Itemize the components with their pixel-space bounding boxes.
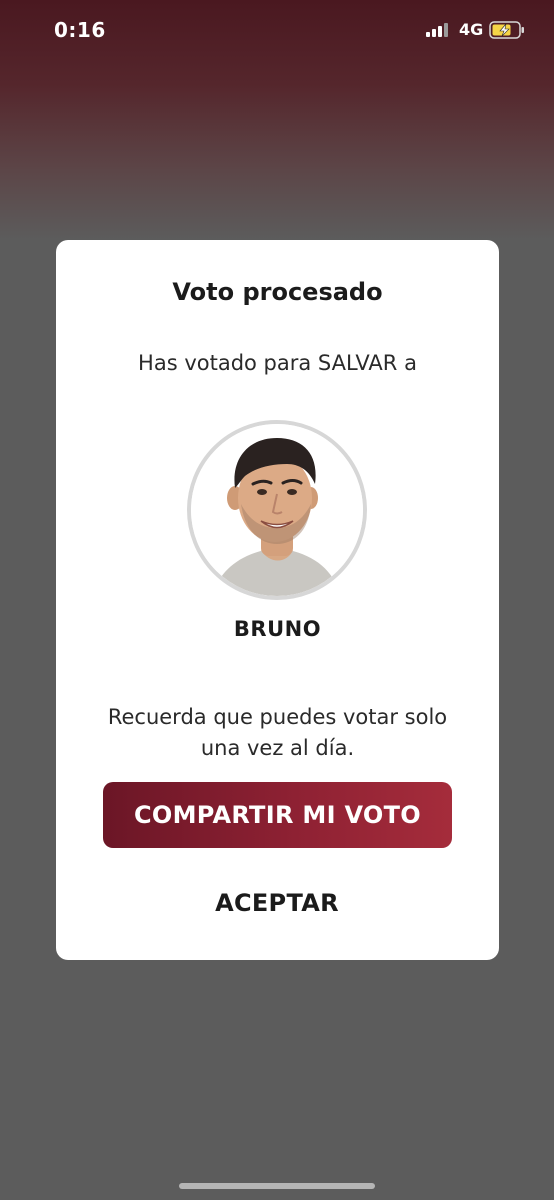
candidate-avatar <box>187 420 367 600</box>
vote-reminder-text: Recuerda que puedes votar solo una vez a… <box>107 705 448 760</box>
candidate-name: BRUNO <box>233 617 322 641</box>
signal-bars-icon <box>426 22 452 41</box>
candidate-photo <box>191 424 363 596</box>
status-time: 0:16 <box>54 18 106 42</box>
vote-confirmation-dialog: Voto procesado Has votado para SALVAR a <box>56 240 499 960</box>
accept-button[interactable]: ACEPTAR <box>177 880 377 926</box>
dialog-title: Voto procesado <box>172 278 383 306</box>
share-vote-button[interactable]: COMPARTIR MI VOTO <box>103 782 452 848</box>
battery-charging-icon <box>489 20 525 44</box>
home-indicator[interactable] <box>179 1183 375 1189</box>
status-bar: 0:16 4G <box>0 0 554 60</box>
dialog-subtitle: Has votado para SALVAR a <box>138 351 417 375</box>
network-type: 4G <box>459 20 484 39</box>
